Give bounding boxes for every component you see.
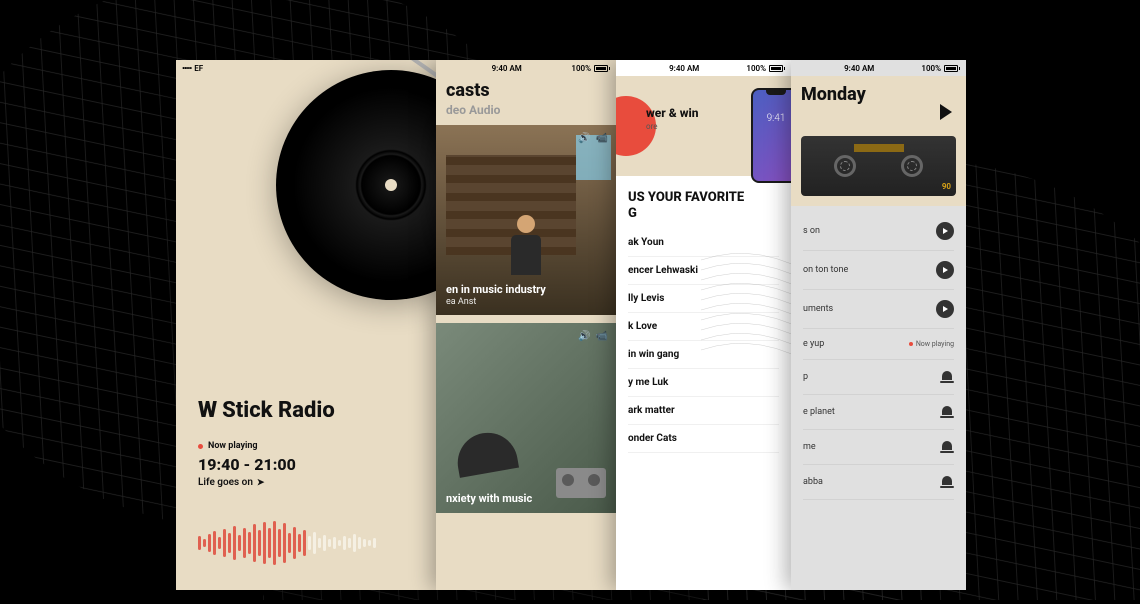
waveform[interactable]	[198, 518, 414, 568]
now-playing-badge: Now playing	[909, 340, 954, 348]
promo-title: wer & win	[646, 106, 698, 120]
track-text: abba	[803, 477, 940, 487]
battery-icon	[594, 65, 610, 72]
track-text: e planet	[803, 407, 940, 417]
volume-icon[interactable]: 🔊	[578, 133, 590, 144]
track-item[interactable]: e planet	[803, 395, 954, 430]
share-icon[interactable]: ➤	[257, 478, 265, 488]
song-item[interactable]: in win gang	[628, 341, 779, 369]
card-subtitle: ea Anst	[446, 297, 606, 307]
time-range: 19:40 - 21:00	[198, 455, 414, 474]
battery-pct: 100%	[571, 64, 591, 73]
play-all-icon[interactable]	[940, 104, 952, 120]
track-item[interactable]: abba	[803, 465, 954, 500]
playlist-title: Monday	[801, 84, 956, 105]
track-row[interactable]: Life goes on ➤	[198, 477, 414, 488]
signal-dots: •••••	[182, 64, 191, 73]
songs-list: ak Younencer Lehwaskilly Levisk Lovein w…	[616, 229, 791, 453]
cassette-art: 90	[801, 136, 956, 196]
podcast-card[interactable]: 🔊 📹 nxiety with music	[436, 323, 616, 513]
screen-contest: 9:40 AM 100% wer & win ore 9:41 US YOUR …	[616, 60, 791, 590]
screens-row: •••••EF W Stick Radio Now playing 19:40 -…	[176, 60, 966, 590]
song-item[interactable]: k Love	[628, 313, 779, 341]
volume-icon[interactable]: 🔊	[578, 331, 590, 342]
card-title: nxiety with music	[446, 492, 606, 505]
play-icon[interactable]	[936, 222, 954, 240]
bell-icon[interactable]	[940, 405, 954, 419]
track-item[interactable]: on ton tone	[803, 251, 954, 290]
card-title: en in music industry	[446, 283, 606, 296]
battery-pct: 100%	[921, 64, 941, 73]
bell-icon[interactable]	[940, 475, 954, 489]
battery-icon	[769, 65, 785, 72]
track-text: e yup	[803, 339, 909, 349]
carrier: EF	[194, 64, 203, 73]
screen-radio: •••••EF W Stick Radio Now playing 19:40 -…	[176, 60, 436, 590]
live-dot-icon	[198, 444, 203, 449]
section-heading: US YOUR FAVORITEG	[616, 176, 791, 229]
cassette-label: 90	[942, 182, 951, 191]
song-item[interactable]: encer Lehwaski	[628, 257, 779, 285]
track-item[interactable]: s on	[803, 212, 954, 251]
battery-pct: 100%	[746, 64, 766, 73]
track-text: on ton tone	[803, 265, 936, 275]
status-time: 9:40 AM	[669, 64, 699, 73]
song-item[interactable]: onder Cats	[628, 425, 779, 453]
now-playing-label: Now playing	[198, 441, 414, 451]
track-text: me	[803, 442, 940, 452]
status-bar: 9:40 AM 100%	[436, 60, 616, 76]
status-bar: 9:40 AM 100%	[616, 60, 791, 76]
phone-time: 9:41	[753, 113, 791, 124]
page-title: casts	[446, 80, 606, 101]
song-item[interactable]: y me Luk	[628, 369, 779, 397]
battery-icon	[944, 65, 960, 72]
bell-icon[interactable]	[940, 370, 954, 384]
song-item[interactable]: lly Levis	[628, 285, 779, 313]
video-icon[interactable]: 📹	[596, 133, 608, 144]
bell-icon[interactable]	[940, 440, 954, 454]
station-title: W Stick Radio	[198, 398, 414, 423]
phone-mockup: 9:41	[751, 88, 791, 183]
track-text: s on	[803, 226, 936, 236]
track-text: uments	[803, 304, 936, 314]
status-time: 9:40 AM	[492, 64, 522, 73]
track-item[interactable]: uments	[803, 290, 954, 329]
podcast-card[interactable]: 🔊 📹 en in music industryea Anst	[436, 125, 616, 315]
status-time: 9:40 AM	[844, 64, 874, 73]
song-item[interactable]: ark matter	[628, 397, 779, 425]
song-item[interactable]: ak Youn	[628, 229, 779, 257]
track-name: Life goes on	[198, 477, 253, 488]
tabs[interactable]: deo Audio	[446, 103, 606, 117]
track-list: s on on ton tone uments e yupNow playing p e …	[791, 206, 966, 506]
track-item[interactable]: e yupNow playing	[803, 329, 954, 360]
vinyl-record	[276, 70, 436, 300]
screen-playlist: 9:40 AM 100% Monday 90 s on on ton tone um…	[791, 60, 966, 590]
radio-icon: W	[198, 398, 214, 423]
promo-link[interactable]: ore	[646, 122, 698, 131]
screen-podcasts: 9:40 AM 100% casts deo Audio 🔊 📹 en in mu…	[436, 60, 616, 590]
track-item[interactable]: p	[803, 360, 954, 395]
play-icon[interactable]	[936, 261, 954, 279]
status-bar: 9:40 AM 100%	[791, 60, 966, 76]
station-name: Stick Radio	[222, 398, 335, 423]
track-item[interactable]: me	[803, 430, 954, 465]
play-icon[interactable]	[936, 300, 954, 318]
track-text: p	[803, 372, 940, 382]
video-icon[interactable]: 📹	[596, 331, 608, 342]
